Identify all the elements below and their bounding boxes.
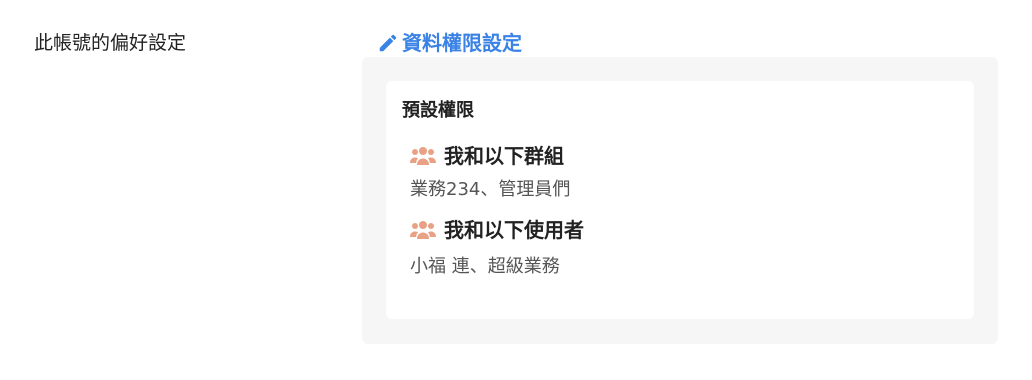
pencil-icon bbox=[377, 32, 399, 54]
card-title: 預設權限 bbox=[402, 100, 474, 121]
permissions-card: 預設權限 我和以下群組 業務234、管理員們 我和以下使用者 小福 連、超級業務 bbox=[386, 81, 974, 319]
user-permission-values: 小福 連、超級業務 bbox=[410, 256, 560, 277]
data-permission-settings-link[interactable]: 資料權限設定 bbox=[377, 29, 522, 57]
group-permission-values: 業務234、管理員們 bbox=[410, 179, 571, 200]
users-icon bbox=[410, 220, 436, 240]
user-permission-heading-text: 我和以下使用者 bbox=[444, 218, 584, 242]
users-icon bbox=[410, 146, 436, 166]
group-permission-heading-text: 我和以下群組 bbox=[444, 144, 564, 168]
permissions-panel: 預設權限 我和以下群組 業務234、管理員們 我和以下使用者 小福 連、超級業務 bbox=[362, 57, 998, 344]
preferences-row-label: 此帳號的偏好設定 bbox=[34, 32, 187, 54]
edit-link-label: 資料權限設定 bbox=[402, 31, 522, 55]
user-permission-heading: 我和以下使用者 bbox=[410, 216, 584, 244]
group-permission-heading: 我和以下群組 bbox=[410, 142, 564, 170]
